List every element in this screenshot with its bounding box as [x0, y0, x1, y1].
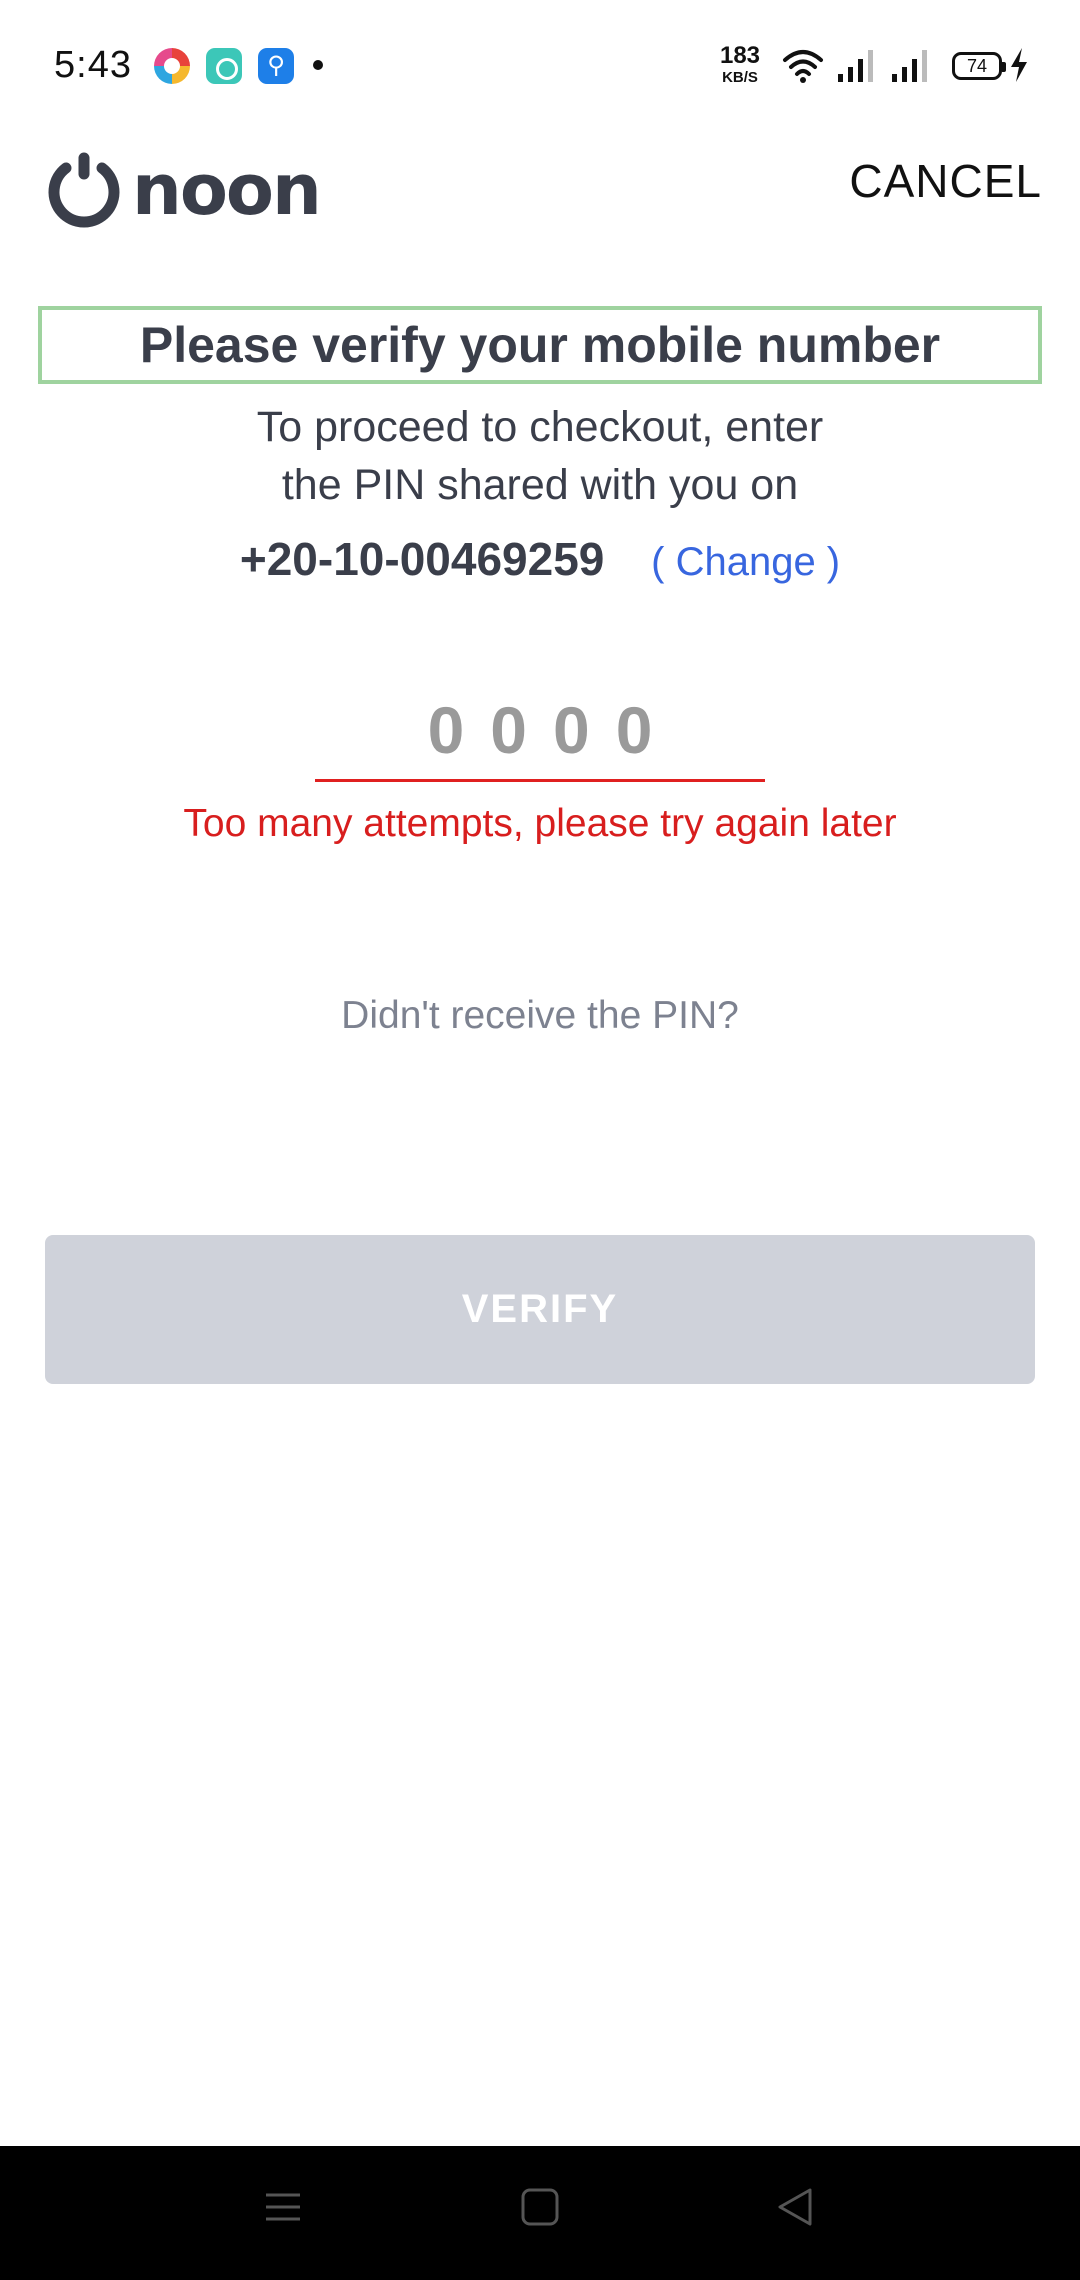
signal-icon	[838, 50, 873, 82]
back-icon[interactable]	[774, 2186, 816, 2228]
logo-ring-icon	[48, 152, 120, 228]
home-icon[interactable]	[519, 2186, 561, 2228]
logo-text: noon	[132, 149, 322, 231]
status-time: 5:43	[54, 44, 132, 86]
net-speed: 183 KB/S	[716, 42, 764, 86]
noon-logo: noon	[46, 140, 322, 240]
system-nav-bar	[0, 2146, 1080, 2280]
page-title: Please verify your mobile number	[139, 317, 941, 373]
menu-icon[interactable]	[262, 2186, 304, 2228]
instructions-line-2: the PIN shared with you on	[281, 461, 799, 509]
change-number-link[interactable]: ( Change )	[651, 540, 840, 584]
error-message: Too many attempts, please try again late…	[183, 802, 897, 845]
cancel-button[interactable]: CANCEL	[849, 154, 1042, 208]
status-bar: 5:43 ⚲ 183 KB/S 74	[0, 0, 1080, 130]
phone-row: +20-10-00469259 ( Change )	[0, 532, 1080, 586]
instructions: To proceed to checkout, enter the PIN sh…	[0, 398, 1080, 514]
pin-input[interactable]	[315, 680, 765, 780]
net-speed-value: 183	[719, 42, 761, 69]
verify-button[interactable]: VERIFY	[45, 1235, 1035, 1384]
notification-dot	[313, 60, 323, 70]
wifi-icon	[783, 50, 823, 83]
signal-icon	[892, 50, 927, 82]
phone-number: +20-10-00469259	[239, 533, 605, 585]
resend-pin-link[interactable]: Didn't receive the PIN?	[0, 994, 1080, 1038]
usb-icon: ⚲	[258, 48, 294, 84]
net-speed-unit: KB/S	[722, 69, 758, 86]
app-header: noon CANCEL	[0, 130, 1080, 260]
battery-icon: 74	[952, 52, 1006, 80]
title-box: Please verify your mobile number	[38, 306, 1042, 384]
charging-icon	[1011, 48, 1027, 82]
chat-app-icon	[206, 48, 242, 84]
instructions-line-1: To proceed to checkout, enter	[256, 403, 824, 451]
pin-field	[315, 680, 765, 782]
browser-app-icon	[154, 48, 190, 84]
